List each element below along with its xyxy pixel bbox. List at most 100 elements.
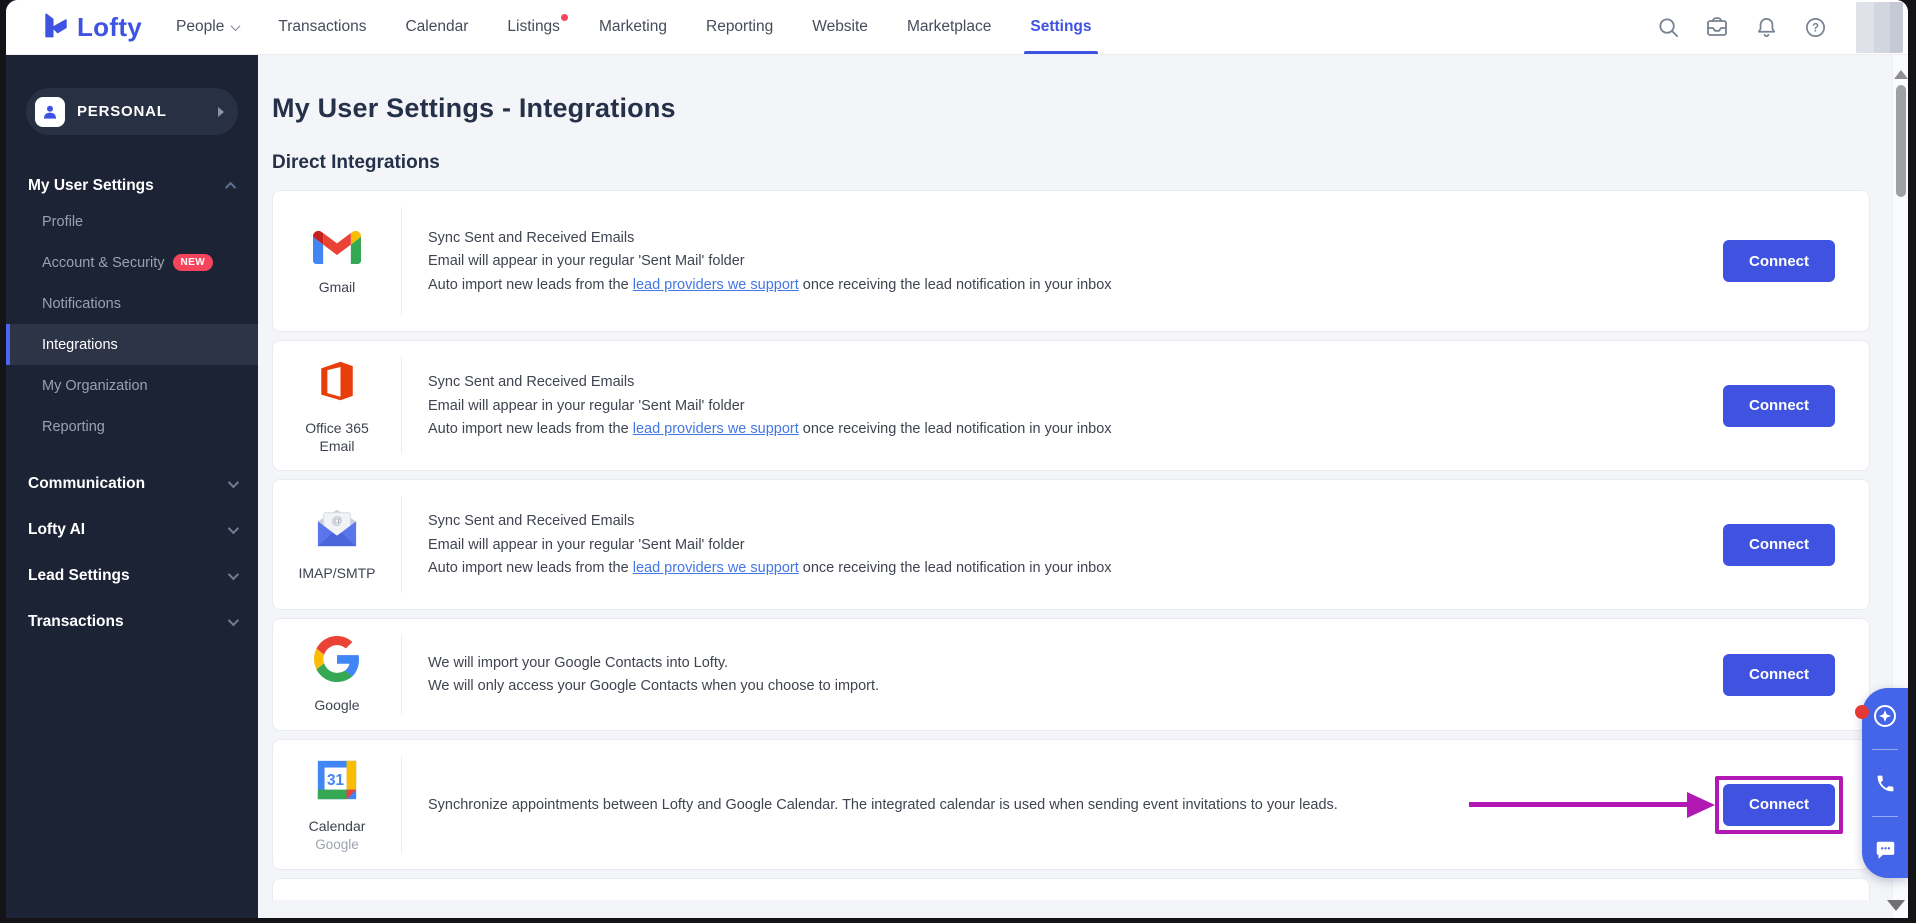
logo-text: Lofty xyxy=(77,11,143,42)
divider xyxy=(1872,749,1898,750)
inbox-icon[interactable] xyxy=(1705,15,1729,39)
integration-desc: Email will appear in your regular 'Sent … xyxy=(428,253,745,269)
lead-providers-link[interactable]: lead providers we support xyxy=(633,421,799,437)
nav-item-reporting[interactable]: Reporting xyxy=(706,0,773,54)
nav-item-marketplace[interactable]: Marketplace xyxy=(907,0,991,54)
connect-google-calendar-button[interactable]: Connect xyxy=(1723,783,1835,826)
top-navigation-bar: Lofty People Transactions Calendar Listi… xyxy=(6,0,1908,55)
integration-card-office365: Office 365 Email Sync Sent and Received … xyxy=(272,340,1870,471)
sidebar-group-my-user-settings[interactable]: My User Settings xyxy=(6,171,258,201)
scroll-down-icon[interactable] xyxy=(1887,900,1905,911)
main-content: My User Settings - Integrations Direct I… xyxy=(258,55,1892,918)
ai-assistant-icon[interactable] xyxy=(1873,704,1897,728)
chevron-down-icon xyxy=(227,476,240,489)
topbar-icon-group: ? xyxy=(1656,0,1908,54)
nav-item-transactions[interactable]: Transactions xyxy=(278,0,366,54)
sidebar-item-profile[interactable]: Profile xyxy=(6,201,258,242)
svg-text:31: 31 xyxy=(327,772,345,789)
sidebar-section-communication[interactable]: Communication xyxy=(6,461,258,507)
imap-smtp-icon: @ xyxy=(314,508,360,555)
user-avatar[interactable] xyxy=(1856,2,1903,53)
sidebar-item-account-security[interactable]: Account & Security NEW xyxy=(6,242,258,283)
scroll-up-icon[interactable] xyxy=(1893,70,1908,79)
connect-imap-smtp-button[interactable]: Connect xyxy=(1723,523,1835,566)
integration-name: Gmail xyxy=(318,278,356,295)
integration-card-google: Google We will import your Google Contac… xyxy=(272,618,1870,731)
integration-desc: We will import your Google Contacts into… xyxy=(428,654,729,671)
sidebar-item-integrations[interactable]: Integrations xyxy=(6,324,258,365)
integration-desc: Synchronize appointments between Lofty a… xyxy=(428,796,1338,813)
sidebar-section-transactions[interactable]: Transactions xyxy=(6,599,258,645)
lead-providers-link[interactable]: lead providers we support xyxy=(633,560,799,576)
annotation-highlight-box: Connect xyxy=(1715,775,1843,834)
svg-text:@: @ xyxy=(332,515,343,527)
gmail-icon xyxy=(313,227,361,269)
nav-item-website[interactable]: Website xyxy=(812,0,868,54)
lofty-logo[interactable]: Lofty xyxy=(42,11,142,44)
integration-name: IMAP/SMTP xyxy=(298,564,376,581)
connect-gmail-button[interactable]: Connect xyxy=(1723,240,1835,282)
nav-item-settings[interactable]: Settings xyxy=(1024,0,1098,54)
floating-action-widget xyxy=(1855,688,1908,878)
notification-dot xyxy=(560,14,568,21)
svg-text:?: ? xyxy=(1811,22,1818,34)
workspace-selector[interactable]: PERSONAL xyxy=(26,88,238,135)
integration-subname: Google xyxy=(315,837,359,852)
sidebar-section-lead-settings[interactable]: Lead Settings xyxy=(6,553,258,599)
phone-icon[interactable] xyxy=(1873,771,1897,795)
lofty-logo-icon xyxy=(42,11,70,44)
page-title: My User Settings - Integrations xyxy=(272,93,676,123)
chevron-up-icon xyxy=(224,181,237,194)
nav-item-marketing[interactable]: Marketing xyxy=(599,0,667,54)
integration-card-partial xyxy=(272,878,1870,900)
bell-icon[interactable] xyxy=(1754,15,1778,39)
person-icon xyxy=(44,105,56,119)
integration-desc: Email will appear in your regular 'Sent … xyxy=(428,536,745,553)
integration-list: Gmail Sync Sent and Received Emails Emai… xyxy=(272,190,1870,900)
sidebar-item-my-organization[interactable]: My Organization xyxy=(6,365,258,406)
chevron-down-icon xyxy=(227,522,240,535)
integration-desc: Auto import new leads from the lead prov… xyxy=(428,560,1112,576)
nav-item-calendar[interactable]: Calendar xyxy=(405,0,468,54)
google-icon xyxy=(314,635,360,687)
search-icon[interactable] xyxy=(1656,15,1680,39)
connect-office365-button[interactable]: Connect xyxy=(1723,384,1835,427)
integration-desc: Email will appear in your regular 'Sent … xyxy=(428,397,745,414)
nav-item-listings[interactable]: Listings xyxy=(507,0,568,54)
chevron-down-icon xyxy=(227,614,240,627)
lead-providers-link[interactable]: lead providers we support xyxy=(633,277,799,293)
section-heading: Direct Integrations xyxy=(272,152,440,173)
integration-card-gmail: Gmail Sync Sent and Received Emails Emai… xyxy=(272,190,1870,332)
nav-item-people[interactable]: People xyxy=(176,0,241,54)
sidebar-item-notifications[interactable]: Notifications xyxy=(6,283,258,324)
integration-desc: Sync Sent and Received Emails xyxy=(428,513,635,529)
active-tab-underline xyxy=(1024,51,1098,54)
chat-icon[interactable] xyxy=(1873,838,1897,862)
workspace-name: PERSONAL xyxy=(77,103,167,120)
office365-icon xyxy=(316,357,358,410)
integration-name: Office 365 Email xyxy=(305,419,369,454)
integration-desc: Sync Sent and Received Emails xyxy=(428,229,635,246)
integration-desc: We will only access your Google Contacts… xyxy=(428,678,880,695)
connect-google-button[interactable]: Connect xyxy=(1723,653,1835,696)
integration-desc: Auto import new leads from the lead prov… xyxy=(428,421,1112,437)
chevron-down-icon xyxy=(227,568,240,581)
workspace-avatar xyxy=(35,96,65,127)
integration-desc: Sync Sent and Received Emails xyxy=(428,374,635,390)
main-nav: People Transactions Calendar Listings Ma… xyxy=(176,0,1098,54)
scrollbar-thumb[interactable] xyxy=(1896,85,1906,197)
integration-desc: Auto import new leads from the lead prov… xyxy=(428,276,1112,293)
google-calendar-icon: 31 xyxy=(314,757,360,808)
integration-name: Calendar xyxy=(308,818,366,834)
sidebar-section-lofty-ai[interactable]: Lofty AI xyxy=(6,507,258,553)
integration-name: Google xyxy=(314,696,360,713)
app-window: Lofty People Transactions Calendar Listi… xyxy=(6,0,1908,918)
help-icon[interactable]: ? xyxy=(1803,15,1827,39)
sidebar-item-reporting[interactable]: Reporting xyxy=(6,406,258,447)
chevron-right-icon xyxy=(218,106,224,117)
widget-notification-dot xyxy=(1855,705,1869,719)
chevron-down-icon xyxy=(230,20,241,31)
new-badge: NEW xyxy=(172,254,214,271)
divider xyxy=(1872,816,1898,817)
settings-sidebar: PERSONAL My User Settings Profile Accoun… xyxy=(6,55,258,918)
